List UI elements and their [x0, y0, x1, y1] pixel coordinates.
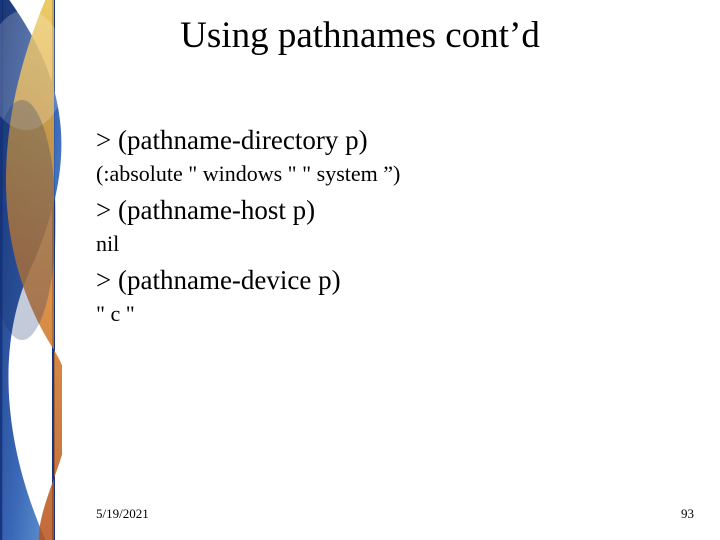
left-decoration — [0, 0, 62, 540]
code-line-1: > (pathname-directory p) — [96, 124, 690, 156]
slide-title: Using pathnames cont’d — [0, 14, 720, 57]
code-line-3: > (pathname-host p) — [96, 194, 690, 226]
decoration-graphic — [0, 0, 62, 540]
code-line-6: " c " — [96, 300, 690, 328]
footer-page-number: 93 — [681, 506, 694, 522]
slide: Using pathnames cont’d > (pathname-direc… — [0, 0, 720, 540]
code-line-2: (:absolute " windows " " system ”) — [96, 160, 690, 188]
slide-content: > (pathname-directory p) (:absolute " wi… — [96, 118, 690, 328]
code-line-4: nil — [96, 230, 690, 258]
code-line-5: > (pathname-device p) — [96, 264, 690, 296]
footer-date: 5/19/2021 — [96, 506, 149, 522]
